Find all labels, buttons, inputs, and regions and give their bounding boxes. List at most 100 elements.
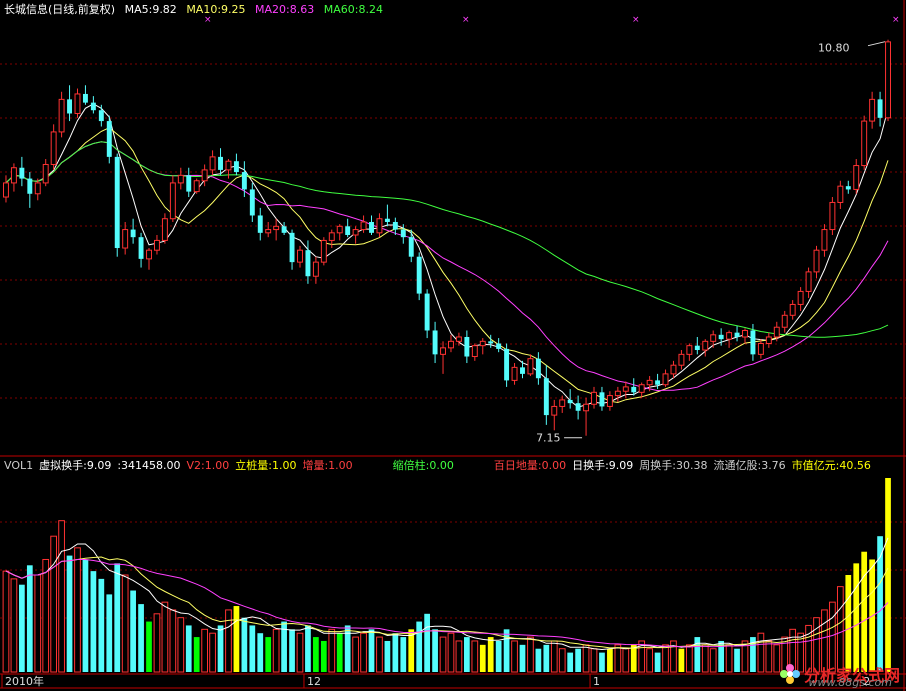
moving-average-lines [5, 103, 889, 408]
volume-bar [630, 644, 637, 672]
candle-body-up [829, 201, 836, 231]
candle-body-down [233, 161, 239, 173]
volume-bar [543, 644, 550, 672]
candle-body-up [153, 239, 160, 251]
volume-bar [50, 535, 58, 673]
candle-body-up [853, 165, 860, 190]
candle-body-up [328, 232, 335, 241]
candle-body-up [352, 229, 359, 236]
candle-body-up [169, 182, 176, 220]
candle-body-down [464, 336, 470, 357]
volume-bar [646, 648, 653, 673]
candle-body-up [614, 390, 621, 397]
candle-body-up [42, 163, 49, 184]
candle-body-down [400, 229, 406, 238]
volume-bar [861, 551, 868, 672]
candle-body-down [241, 172, 247, 190]
candle-body-up [376, 218, 383, 234]
volume-bar [836, 586, 844, 673]
candle-body-down [305, 250, 311, 277]
candle-body-up [146, 249, 152, 260]
candle-body-up [201, 169, 208, 182]
stock-chart[interactable]: 2010年 12 1 2 10.807.15× × × × [0, 0, 906, 691]
watermark: 分析家公式网 www.88gs.com [779, 661, 900, 689]
candle-body-up [161, 218, 168, 241]
ma60-label: MA60:8.24 [323, 3, 383, 16]
candle-body-down [369, 221, 374, 233]
volume-bar [709, 648, 717, 673]
candle-body-down [98, 110, 104, 122]
volume-bar [58, 520, 65, 673]
volume-bar [26, 565, 33, 672]
volume-bar [662, 644, 669, 673]
ma10-line [5, 127, 889, 404]
volume-bar [622, 648, 630, 673]
candle-body-up [821, 229, 828, 251]
candle-body-up [58, 98, 65, 133]
volume-bar [447, 632, 455, 673]
candle-body-up [885, 41, 891, 119]
candle-body-up [527, 358, 534, 375]
candle-body-up [74, 93, 81, 114]
volume-header-item: 市值亿元:40.56 [791, 459, 871, 472]
volume-bar [471, 640, 479, 673]
volume-bar [376, 636, 383, 673]
volume-bar [439, 636, 447, 673]
volume-header-item: 百日地量:0.00 [493, 459, 567, 472]
volume-header-item: 流通亿股:3.76 [713, 459, 786, 472]
volume-bar [217, 625, 224, 672]
candle-body-down [520, 367, 525, 374]
candle-body-up [455, 336, 462, 342]
candle-body-up [861, 120, 868, 167]
candle-body-down [496, 343, 502, 349]
volume-bar [74, 547, 81, 673]
volume-bar [757, 632, 765, 673]
ma10-label: MA10:9.25 [186, 3, 246, 16]
candle-body-down [90, 102, 96, 111]
candle-body-up [312, 261, 319, 277]
candle-body-up [34, 182, 41, 195]
candle-body-up [193, 180, 200, 193]
volume-bar [550, 640, 558, 673]
candle-body-up [559, 399, 566, 407]
candle-body-up [320, 239, 327, 263]
candle-body-up [805, 271, 812, 292]
chart-title: 长城信息(日线,前复权) [4, 3, 116, 16]
volume-header-item: :341458.00 [117, 459, 181, 472]
candle-body-down [114, 156, 120, 249]
candle-body-down [27, 178, 33, 194]
candle-body-down [575, 403, 581, 411]
candle-body-down [138, 237, 144, 259]
candle-body-up [622, 386, 629, 392]
candle-body-up [662, 373, 669, 386]
candle-body-down [718, 334, 724, 340]
volume-bar [272, 628, 280, 673]
time-tick-label: 1 [593, 675, 600, 688]
candle-body-up [177, 174, 184, 184]
volume-bar [161, 601, 169, 673]
volume-bar [701, 644, 709, 673]
candle-body-down [599, 392, 605, 407]
volume-bar [464, 637, 470, 672]
volume-bar [503, 629, 510, 672]
candle-body-down [289, 232, 295, 263]
volume-bar [209, 632, 216, 673]
volume-bar [725, 644, 733, 673]
candle-body-down [631, 386, 637, 393]
candle-body-down [82, 93, 88, 103]
volume-bar [487, 637, 494, 672]
candle-body-up [583, 403, 590, 412]
volume-bar [19, 584, 25, 672]
volume-bar [567, 652, 574, 672]
volume-bar [368, 629, 375, 672]
volume-bar [10, 578, 18, 673]
candlesticks [3, 39, 891, 436]
volume-bar [82, 559, 89, 672]
candle-body-up [726, 332, 733, 340]
volume-bar [114, 563, 121, 672]
candle-body-down [750, 330, 756, 355]
candle-body-up [670, 364, 677, 375]
candle-body-down [106, 121, 112, 157]
candle-body-up [757, 343, 764, 355]
volume-bar [400, 637, 407, 672]
